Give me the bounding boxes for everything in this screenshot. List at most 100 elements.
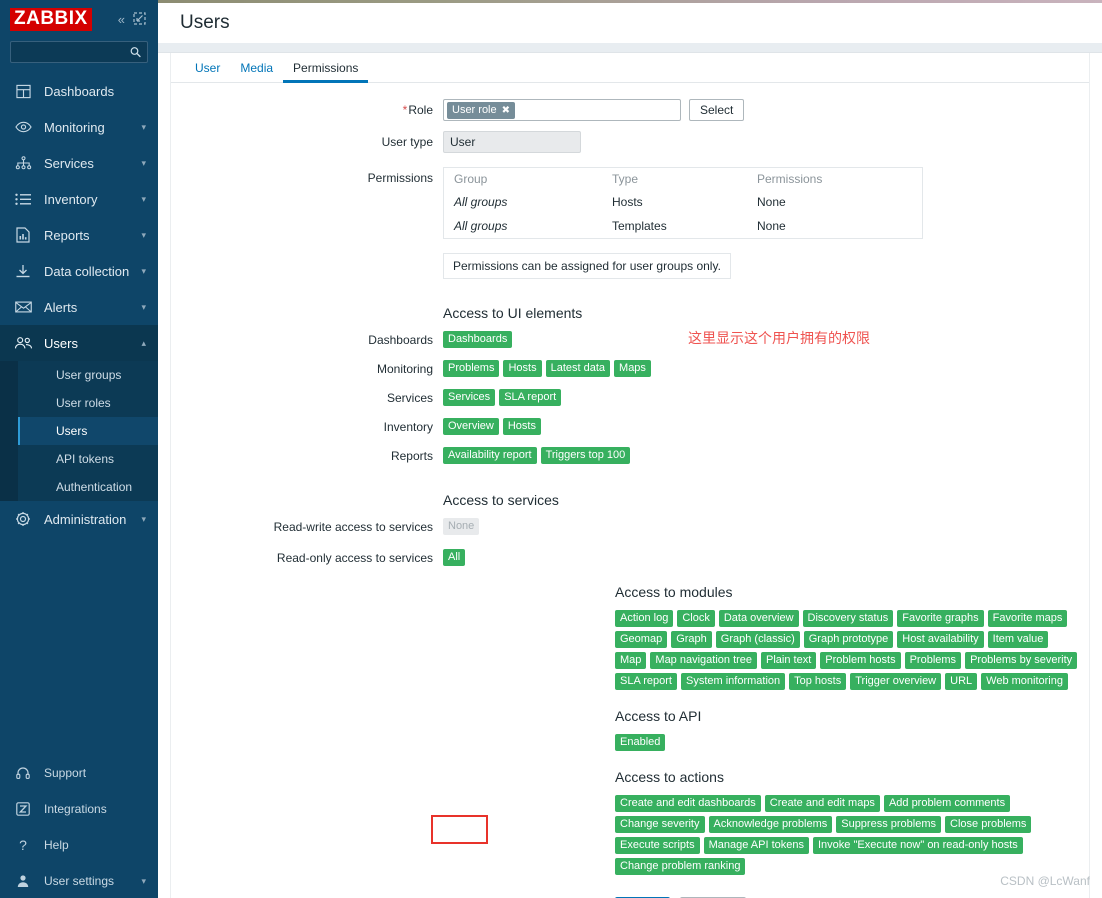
module-tag: System information [680, 673, 786, 690]
ui-row-label: Inventory [383, 420, 433, 434]
section-title-access-modules: Access to modules [615, 584, 733, 600]
section-access-actions: Access to actions Create and edit dashbo… [171, 769, 1089, 875]
tab-permissions[interactable]: Permissions [283, 61, 369, 83]
sidebar-item-monitoring[interactable]: Monitoring ▾ [0, 109, 158, 145]
content-card: User Media Permissions *Role User role ✖… [170, 53, 1090, 898]
report-chart-icon [12, 226, 34, 244]
section-title-ui-elements: Access to UI elements [443, 305, 583, 321]
chevron-double-left-icon[interactable]: « [118, 13, 125, 26]
sidebar-item-integrations[interactable]: Integrations [0, 791, 158, 827]
sidebar-item-label: Dashboards [44, 83, 115, 99]
role-label: *Role [402, 103, 433, 117]
list-icon [12, 190, 34, 208]
chevron-down-icon: ▾ [141, 513, 146, 524]
sidebar-item-dashboards[interactable]: Dashboards [0, 73, 158, 109]
sidebar-item-label: Administration [44, 511, 127, 527]
chevron-down-icon: ▾ [141, 121, 146, 132]
sidebar-item-inventory[interactable]: Inventory ▾ [0, 181, 158, 217]
sidebar-item-support[interactable]: Support [0, 755, 158, 791]
module-tag: Data overview [718, 610, 799, 627]
sidebar-item-users-list[interactable]: Users [18, 417, 158, 445]
ui-row-reports: Reports Availability report Triggers top… [171, 445, 1089, 464]
sidebar-item-reports[interactable]: Reports ▾ [0, 217, 158, 253]
sidebar-item-user-groups[interactable]: User groups [18, 361, 158, 389]
section-access-api: Access to API Enabled [171, 708, 1089, 751]
sidebar-item-data-collection[interactable]: Data collection ▾ [0, 253, 158, 289]
permission-tag: SLA report [499, 389, 562, 406]
sidebar-item-user-settings[interactable]: User settings ▾ [0, 863, 158, 898]
close-icon[interactable]: ✖ [502, 105, 510, 116]
sidebar-item-authentication[interactable]: Authentication [18, 473, 158, 501]
sidebar-item-services[interactable]: Services ▾ [0, 145, 158, 181]
sidebar-item-user-roles[interactable]: User roles [18, 389, 158, 417]
sidebar-item-label: Integrations [44, 802, 107, 816]
sidebar-subitem-label: User roles [56, 396, 111, 410]
question-mark-icon: ? [19, 837, 27, 853]
sidebar-subitem-label: Users [56, 424, 88, 438]
field-row-user-type: User type User [171, 131, 1089, 153]
permission-tag: Dashboards [443, 331, 513, 348]
sidebar-item-users[interactable]: Users ▴ [0, 325, 158, 361]
sidebar-item-label: Alerts [44, 299, 78, 315]
sidebar-subitem-label: Authentication [56, 480, 133, 494]
action-tag: Create and edit maps [764, 795, 880, 812]
sidebar-item-administration[interactable]: Administration ▾ [0, 501, 158, 537]
module-tag: Trigger overview [850, 673, 942, 690]
permissions-label: Permissions [367, 171, 433, 185]
section-title-access-actions: Access to actions [615, 769, 724, 785]
sidebar-item-api-tokens[interactable]: API tokens [18, 445, 158, 473]
field-row-role: *Role User role ✖ Select [171, 99, 1089, 121]
column-header-permissions: Permissions [757, 172, 823, 186]
zabbix-z-icon [12, 800, 34, 818]
field-row-permissions: Permissions Group Type Permissions All g… [171, 167, 1089, 279]
tab-user[interactable]: User [185, 61, 230, 82]
module-tag: Top hosts [789, 673, 847, 690]
module-tag: SLA report [615, 673, 677, 690]
role-multiselect[interactable]: User role ✖ [443, 99, 681, 121]
users-icon [12, 334, 34, 352]
module-tag: Map navigation tree [650, 652, 758, 669]
action-tag: Close problems [945, 816, 1032, 833]
select-role-button[interactable]: Select [689, 99, 745, 121]
permission-tag: Availability report [443, 447, 537, 464]
permissions-form: *Role User role ✖ Select User type User … [171, 83, 1089, 898]
expand-icon[interactable] [133, 11, 146, 27]
sidebar-item-help[interactable]: ? Help [0, 827, 158, 863]
tab-media[interactable]: Media [230, 61, 283, 82]
module-tag: Clock [677, 610, 715, 627]
sidebar-item-label: Monitoring [44, 119, 105, 135]
cell-type: Templates [612, 219, 667, 233]
module-tag: URL [945, 673, 978, 690]
sidebar-subitem-label: User groups [56, 368, 122, 382]
api-tag: Enabled [615, 734, 666, 751]
action-tag: Execute scripts [615, 837, 700, 854]
section-access-modules: Access to modules Action log Clock Data … [171, 584, 1089, 690]
permissions-hint: Permissions can be assigned for user gro… [443, 253, 731, 279]
zabbix-logo[interactable]: ZABBIX [10, 7, 92, 31]
required-asterisk: * [402, 103, 408, 117]
action-tag: Add problem comments [883, 795, 1011, 812]
role-chip: User role ✖ [447, 101, 516, 119]
module-tag: Item value [987, 631, 1049, 648]
action-tag: Create and edit dashboards [615, 795, 761, 812]
ui-row-monitoring: Monitoring Problems Hosts Latest data Ma… [171, 358, 1089, 377]
sidebar-subitem-label: API tokens [56, 452, 115, 466]
table-row: All groups Hosts None [444, 190, 922, 214]
ui-row-label: Dashboards [368, 333, 433, 347]
person-icon [12, 872, 34, 890]
table-row: All groups Templates None [444, 214, 922, 238]
chevron-down-icon: ▾ [141, 229, 146, 240]
permission-tag: Hosts [502, 418, 541, 435]
action-tag: Acknowledge problems [708, 816, 833, 833]
page-title: Users [180, 12, 230, 33]
module-tag: Graph [671, 631, 712, 648]
module-tag: Discovery status [802, 610, 894, 627]
sidebar-item-alerts[interactable]: Alerts ▾ [0, 289, 158, 325]
cell-permission: None [757, 219, 786, 233]
user-type-label: User type [381, 135, 433, 149]
action-tag: Change severity [615, 816, 705, 833]
api-tag-list: Enabled [615, 732, 1089, 751]
search-icon[interactable] [130, 47, 141, 58]
permission-tag-disabled: None [443, 518, 480, 535]
sidebar-item-label: Services [44, 155, 94, 171]
